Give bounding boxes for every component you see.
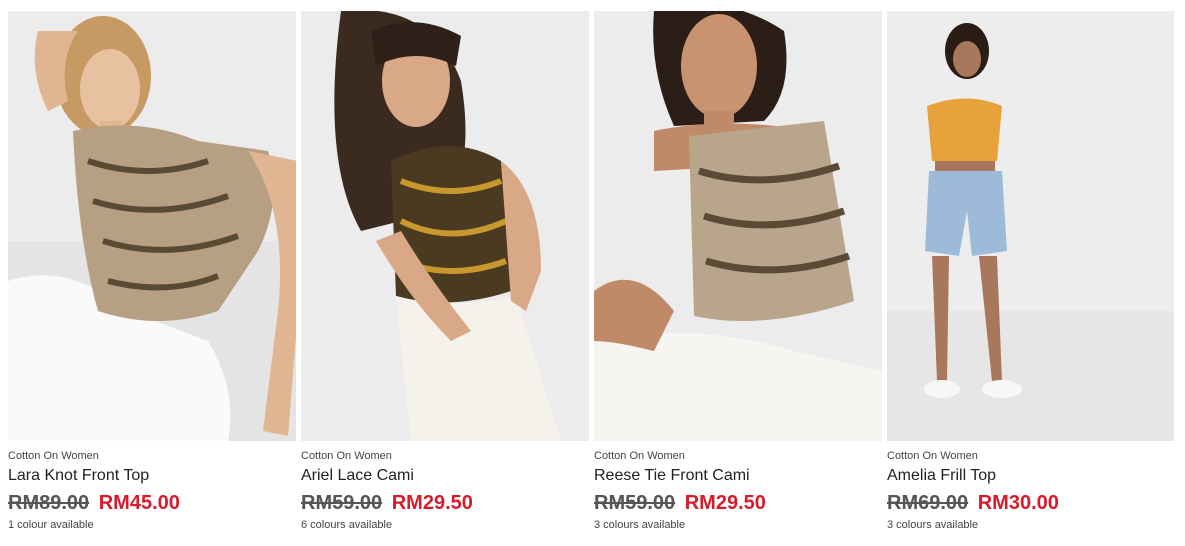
product-name[interactable]: Ariel Lace Cami [301, 466, 589, 486]
product-image[interactable] [887, 11, 1174, 441]
original-price: RM69.00 [887, 492, 969, 514]
product-photo-lara [8, 11, 296, 441]
colours-available[interactable]: 1 colour available [8, 518, 296, 532]
product-card[interactable]: Cotton On Women Lara Knot Front Top RM89… [8, 11, 296, 532]
product-grid: Cotton On Women Lara Knot Front Top RM89… [0, 0, 1185, 546]
product-brand: Cotton On Women [594, 450, 685, 462]
colours-available[interactable]: 3 colours available [887, 518, 1174, 532]
product-brand: Cotton On Women [8, 450, 99, 462]
product-name[interactable]: Reese Tie Front Cami [594, 466, 882, 486]
product-photo-reese [594, 11, 882, 441]
product-prices: RM59.00 RM29.50 [594, 491, 882, 515]
product-prices: RM59.00 RM29.50 [301, 491, 589, 515]
sale-price: RM29.50 [391, 492, 473, 514]
colours-available[interactable]: 6 colours available [301, 518, 589, 532]
sale-price: RM29.50 [684, 492, 766, 514]
product-name[interactable]: Lara Knot Front Top [8, 466, 296, 486]
product-brand: Cotton On Women [301, 450, 392, 462]
original-price: RM59.00 [301, 492, 383, 514]
product-image[interactable] [301, 11, 589, 441]
product-card[interactable]: Cotton On Women Ariel Lace Cami RM59.00 … [301, 11, 589, 532]
product-prices: RM69.00 RM30.00 [887, 491, 1174, 515]
original-price: RM59.00 [594, 492, 676, 514]
product-card[interactable]: Cotton On Women Reese Tie Front Cami RM5… [594, 11, 882, 532]
sale-price: RM30.00 [977, 492, 1059, 514]
original-price: RM89.00 [8, 492, 90, 514]
colours-available[interactable]: 3 colours available [594, 518, 882, 532]
product-photo-amelia [887, 11, 1174, 441]
product-photo-ariel [301, 11, 589, 441]
sale-price: RM45.00 [98, 492, 180, 514]
product-prices: RM89.00 RM45.00 [8, 491, 296, 515]
product-image[interactable] [8, 11, 296, 441]
product-brand: Cotton On Women [887, 450, 978, 462]
product-name[interactable]: Amelia Frill Top [887, 466, 1174, 486]
product-card[interactable]: Cotton On Women Amelia Frill Top RM69.00… [887, 11, 1174, 532]
product-image[interactable] [594, 11, 882, 441]
